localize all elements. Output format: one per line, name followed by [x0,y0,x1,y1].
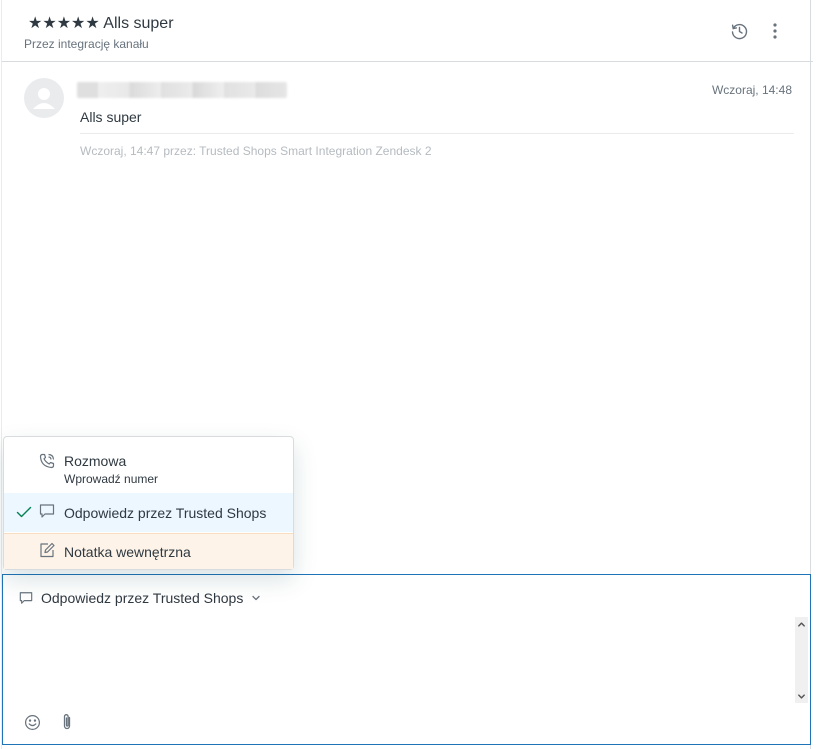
message-timestamp[interactable]: Wczoraj, 14:48 [712,83,792,97]
channel-switcher-label: Odpowiedz przez Trusted Shops [41,590,244,606]
menu-item-call[interactable]: Rozmowa Wprowadź numer [4,443,293,493]
ticket-header: ★★★★★ Alls super Przez integrację kanału [2,0,813,62]
chevron-down-icon [798,693,805,699]
channel-switcher[interactable]: Odpowiedz przez Trusted Shops [19,590,261,606]
ticket-subtitle: Przez integrację kanału [24,37,149,51]
speech-bubble-icon [19,592,33,604]
attach-file-button[interactable] [56,711,78,733]
emoji-icon [24,714,40,730]
channel-menu: Rozmowa Wprowadź numer Odpowiedz przez T… [3,436,294,570]
menu-item-reply-trusted-shops[interactable]: Odpowiedz przez Trusted Shops [4,493,293,532]
avatar[interactable] [24,78,64,118]
more-vertical-icon [773,23,777,39]
sender-name-redacted [77,82,287,98]
message-meta: Wczoraj, 14:47 przez: Trusted Shops Smar… [80,144,432,158]
chevron-up-icon [798,621,805,627]
menu-item-label: Notatka wewnętrzna [64,544,191,560]
scroll-down-button[interactable] [795,689,808,703]
more-options-button[interactable] [762,18,788,44]
menu-item-hint: Wprowadź numer [64,472,159,486]
reply-composer[interactable]: Odpowiedz przez Trusted Shops [2,574,811,745]
menu-item-label: Odpowiedz przez Trusted Shops [64,505,267,521]
menu-item-internal-note[interactable]: Notatka wewnętrzna [4,533,293,569]
message-divider [80,133,794,134]
note-edit-icon [40,542,55,558]
menu-item-label: Rozmowa [64,453,127,469]
composer-scrollbar[interactable] [795,617,808,703]
user-silhouette-icon [33,88,55,109]
paperclip-icon [63,714,71,730]
message-body: Alls super [80,109,142,125]
chevron-down-icon [252,595,260,601]
checkmark-icon [16,506,32,518]
speech-bubble-icon [39,504,55,518]
phone-icon [39,453,55,469]
history-button[interactable] [726,18,752,44]
history-icon [731,23,748,40]
scroll-up-button[interactable] [795,617,808,631]
ticket-title: ★★★★★ Alls super [28,15,174,32]
emoji-button[interactable] [21,711,43,733]
